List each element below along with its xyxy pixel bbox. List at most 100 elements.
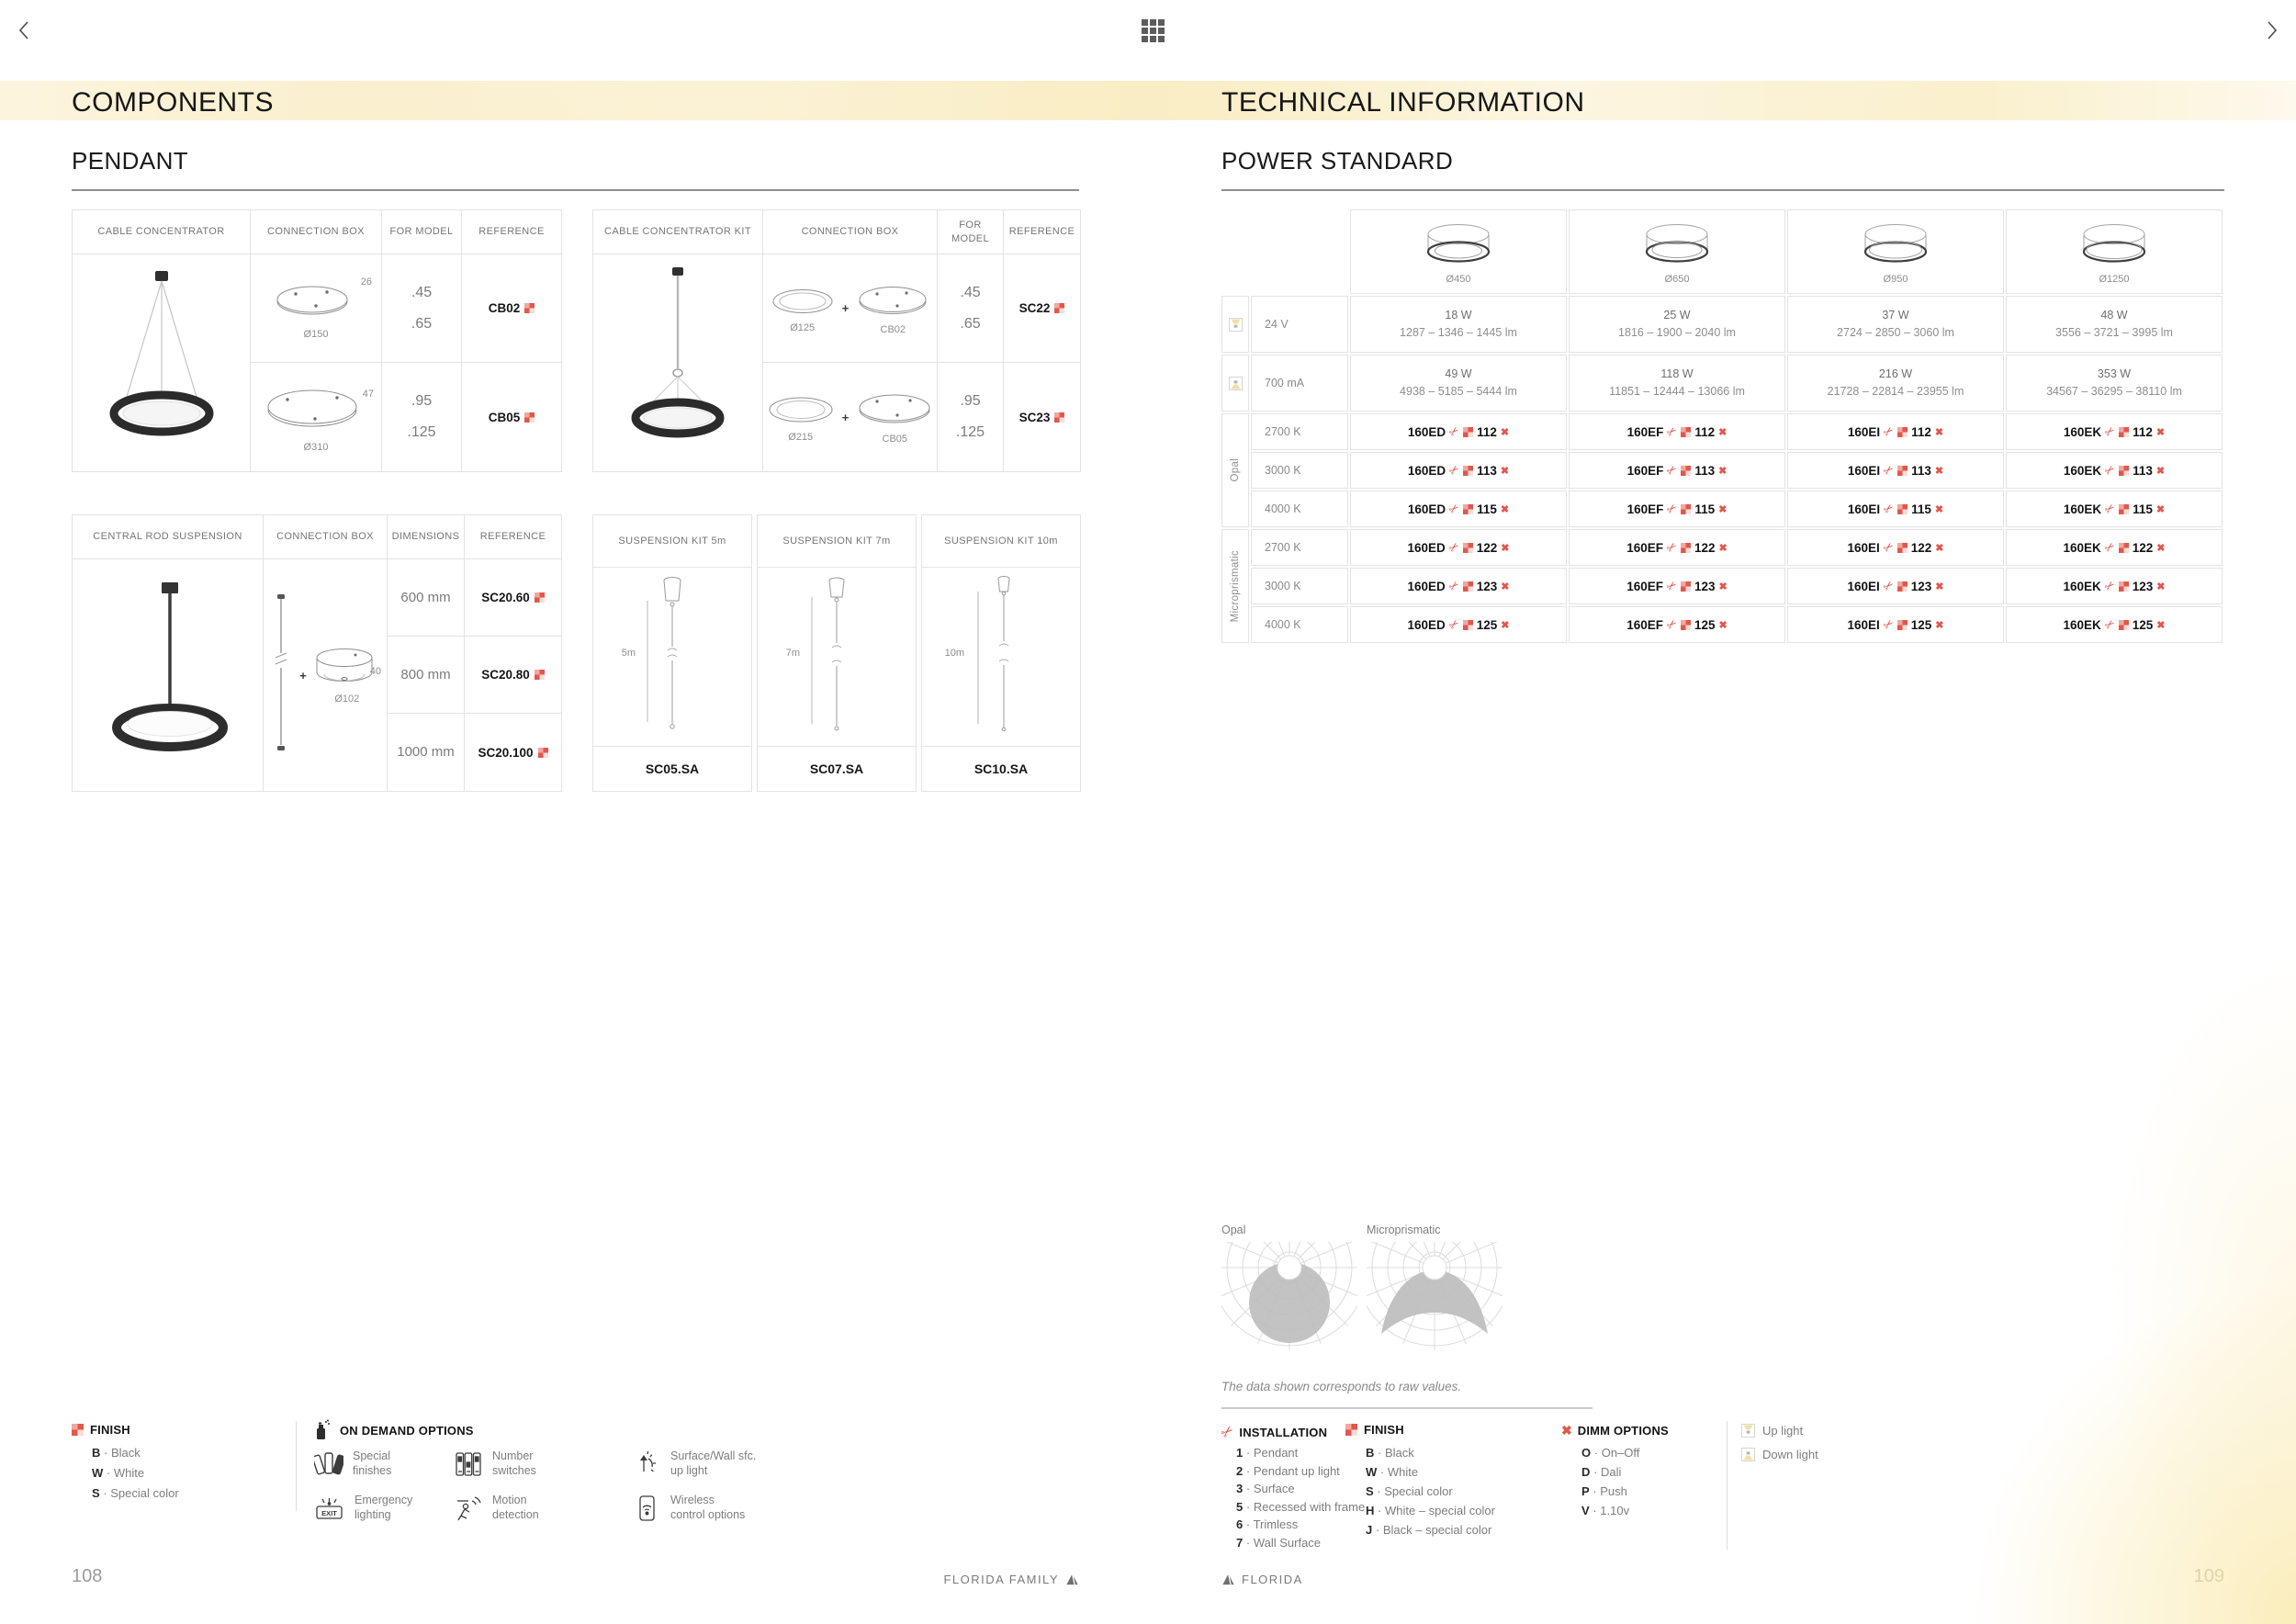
ref-suffix: 125 [1476, 617, 1498, 632]
power-table-header: Ø450 Ø650 Ø950 Ø1250 [1350, 209, 2223, 294]
install-key: 3 [1236, 1482, 1244, 1495]
ref-suffix: 122 [1694, 540, 1716, 555]
installation-icon: ✂ [1445, 538, 1462, 556]
section-title-power-standard: POWER STANDARD [1221, 147, 1454, 175]
finish-icon [1680, 581, 1691, 592]
column-header: REFERENCE [1004, 210, 1080, 254]
reference-code: SC20.60 [481, 591, 530, 604]
reference-cell: 160EF ✂ 115 ✖ [1569, 491, 1785, 527]
installation-icon: ✂ [1663, 615, 1681, 633]
lumen-range: 1816 – 1900 – 2040 lm [1618, 326, 1736, 339]
dimm-options-icon: ✖ [2155, 465, 2166, 477]
reference-cell: 160ED ✂ 125 ✖ [1350, 606, 1567, 643]
ref-suffix: 113 [1911, 463, 1931, 478]
installation-icon: ✂ [2100, 615, 2118, 633]
od-label: switches [492, 1463, 536, 1477]
ref-suffix: 113 [1477, 463, 1497, 478]
ref-suffix: 113 [2133, 463, 2153, 478]
up-light-icon [1741, 1424, 1755, 1438]
prev-page-chevron-icon[interactable] [15, 20, 33, 40]
dimm-key: O [1581, 1446, 1592, 1460]
installation-icon: ✂ [2101, 461, 2119, 479]
ref-code: 160EK [2063, 617, 2101, 632]
installation-icon: ✂ [1218, 1422, 1238, 1443]
down-light-legend: Down light [1741, 1448, 1818, 1461]
dimm-key: P [1581, 1484, 1590, 1498]
on-demand-item: EXIT Emergency lighting [314, 1494, 412, 1523]
ref-suffix: 123 [1476, 579, 1498, 593]
power-standard-table: 24 V 18 W 1287 – 1346 – 1445 lm 25 W 181… [1221, 296, 2223, 643]
connection-box-drawing: Ø215 + CB05 [763, 363, 938, 471]
od-label: lighting [355, 1507, 391, 1521]
model-value: .125 [955, 424, 985, 440]
finish-icon [1681, 426, 1692, 437]
installation-icon: ✂ [1663, 461, 1681, 479]
reference-code: SC23 [1019, 410, 1051, 424]
exit-text: EXIT [321, 1509, 337, 1517]
ref-code: 160EK [2063, 540, 2101, 555]
separator: · [1593, 1484, 1597, 1498]
ref-suffix: 125 [1694, 617, 1716, 632]
column-header: FOR MODEL [938, 210, 1004, 254]
power-cell: 216 W 21728 – 22814 – 23955 lm [1787, 355, 2004, 412]
cable-concentrator-kit-table: CABLE CONCENTRATOR KIT CONNECTION BOX FO… [592, 209, 1081, 472]
next-page-chevron-icon[interactable] [2263, 20, 2281, 40]
ref-code: 160EF [1626, 617, 1664, 632]
power-cell: 118 W 11851 – 12444 – 13066 lm [1569, 355, 1785, 412]
od-label: up light [670, 1463, 708, 1477]
ref-code: 160EK [2063, 502, 2102, 516]
reference-cell: 160EI ✂ 122 ✖ [1787, 529, 2004, 566]
ref-code: 160EI [1847, 463, 1881, 478]
dimm-options-icon: ✖ [1501, 619, 1510, 631]
finish-icon [1462, 581, 1473, 592]
finish-key: H [1366, 1504, 1375, 1517]
installation-icon: ✂ [1880, 461, 1897, 479]
wattage: 353 W [2097, 367, 2132, 380]
dimension-value: 1000 mm [397, 744, 455, 761]
height-label: 40 [369, 665, 381, 677]
number-switches-icon [456, 1452, 481, 1476]
finish-icon [2118, 542, 2129, 553]
dimension-value: 800 mm [400, 666, 451, 682]
installation-icon: ✂ [1663, 577, 1681, 594]
install-key: 7 [1236, 1535, 1244, 1550]
ref-code: 160EF [1626, 540, 1664, 555]
dimm-options-icon: ✖ [1934, 426, 1944, 438]
ref-suffix: 122 [1910, 540, 1932, 555]
reference-cell: SC20.80 [465, 637, 561, 714]
reference-cell: 160ED ✂ 113 ✖ [1350, 452, 1567, 489]
grid-menu-icon[interactable] [1142, 19, 1165, 42]
ring-luminaire-icon [2082, 224, 2146, 263]
connection-box-diagram-icon [267, 389, 357, 427]
reference-cell: 160EI ✂ 113 ✖ [1787, 452, 2004, 489]
ref-code: 160EF [1626, 424, 1664, 439]
installation-icon: ✂ [1446, 500, 1463, 517]
wireless-control-icon [639, 1495, 655, 1521]
dimm-value: On–Off [1601, 1446, 1640, 1460]
install-key: 6 [1236, 1517, 1244, 1531]
install-value: Pendant [1253, 1446, 1299, 1460]
model-diameter: Ø450 [1446, 274, 1471, 285]
finish-icon [534, 670, 545, 680]
brand-text: FLORIDA [1242, 1573, 1303, 1586]
install-value: Trimless [1253, 1517, 1299, 1531]
model-value: .95 [960, 393, 981, 410]
column-header: REFERENCE [462, 210, 561, 254]
reference-code: SC20.80 [481, 668, 530, 682]
dimm-options-icon: ✖ [1718, 465, 1728, 477]
note-rule [1221, 1407, 1593, 1409]
dimension-cell: 600 mm [388, 559, 465, 637]
canopy-diagram-icon [859, 286, 927, 314]
lumen-range: 21728 – 22814 – 23955 lm [1827, 385, 1964, 398]
finish-legend-title-row: FINISH [72, 1423, 130, 1437]
ref-code: 160EI [1847, 617, 1880, 632]
ref-code: 160ED [1407, 502, 1446, 516]
installation-icon: ✂ [1445, 577, 1462, 594]
ref-code: 160EI [1847, 424, 1881, 439]
dimm-options-icon: ✖ [1718, 581, 1728, 592]
install-value: Pendant up light [1253, 1463, 1340, 1478]
power-row-label: 24 V [1251, 296, 1348, 353]
power-cell: 353 W 34567 – 36295 – 38110 lm [2006, 355, 2223, 412]
dimm-value: 1.10v [1600, 1504, 1630, 1517]
dimm-options-icon: ✖ [1935, 542, 1944, 554]
